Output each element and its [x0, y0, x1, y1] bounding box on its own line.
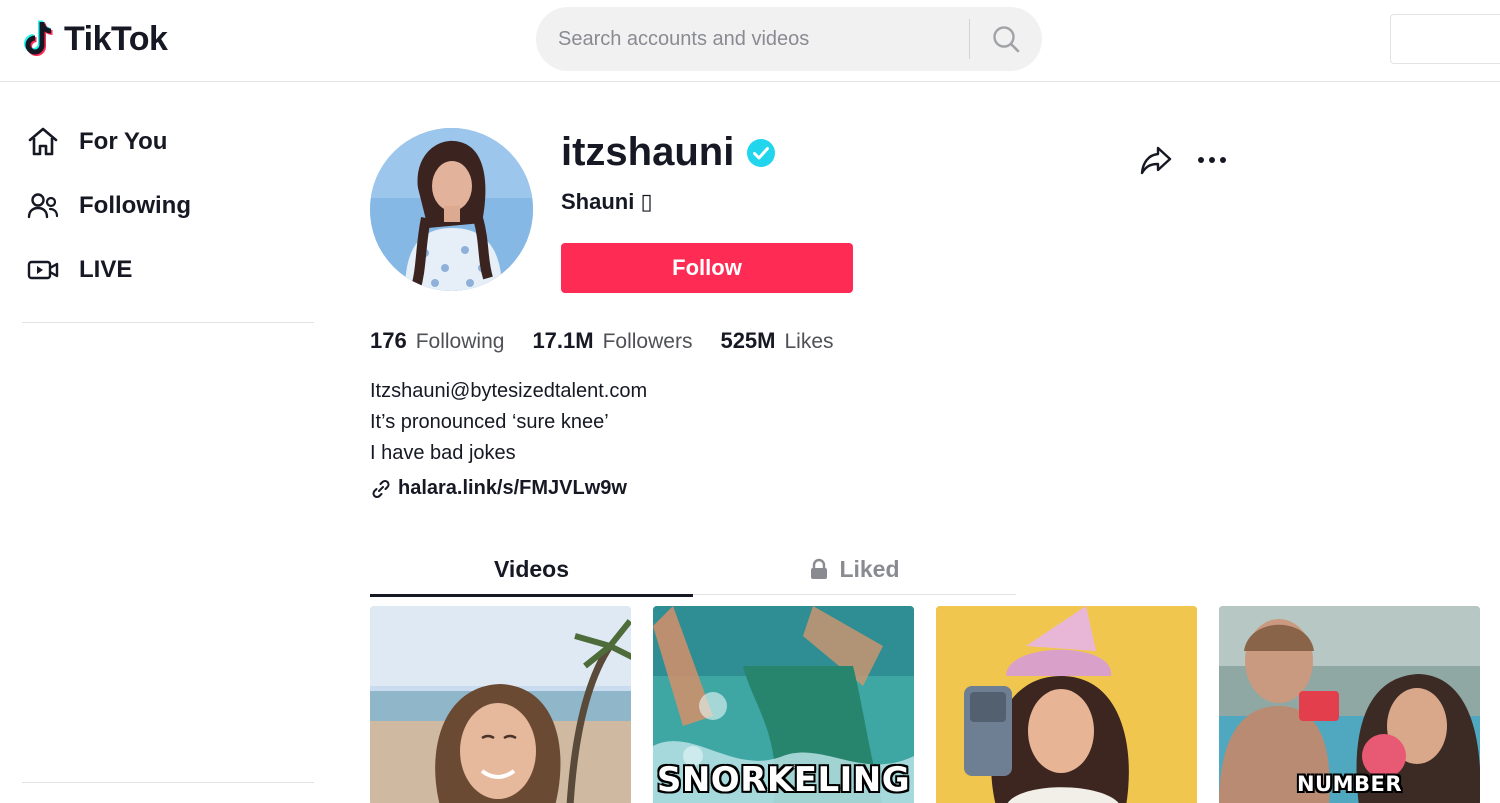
profile-bio: Itzshauni@bytesizedtalent.com It’s prono…	[370, 376, 647, 469]
stat-value: 17.1M	[532, 328, 594, 353]
header-action-box[interactable]	[1390, 14, 1500, 64]
video-caption: SNORKELING	[656, 760, 911, 800]
video-thumbnail	[936, 606, 1197, 803]
stat-following[interactable]: 176 Following	[370, 328, 504, 354]
stat-label: Following	[415, 330, 505, 353]
tiktok-note-icon	[24, 20, 53, 56]
stat-label: Likes	[784, 330, 834, 353]
follow-button[interactable]: Follow	[561, 243, 853, 293]
bio-line: It’s pronounced ‘sure knee’	[370, 411, 609, 433]
username-row: itzshauni	[561, 130, 776, 175]
video-grid: SNORKELING NUMBER	[370, 606, 1480, 803]
bio-line: Itzshauni@bytesizedtalent.com	[370, 380, 648, 402]
search-bar	[536, 7, 1042, 71]
logo-text: TikTok	[64, 19, 168, 58]
profile-link[interactable]: halara.link/s/FMJVLw9w	[370, 477, 627, 500]
lock-icon	[811, 558, 828, 579]
profile-display-name: Shauni ▯	[561, 189, 653, 214]
share-button[interactable]	[1138, 142, 1174, 178]
tab-label: Videos	[494, 555, 569, 582]
search-icon	[993, 26, 1020, 53]
share-arrow-icon	[1140, 146, 1172, 175]
tab-liked[interactable]: Liked	[693, 543, 1016, 595]
video-card[interactable]	[370, 606, 631, 803]
sidebar-item-label: For You	[79, 128, 168, 155]
live-camera-icon	[26, 252, 62, 288]
home-icon	[26, 124, 62, 160]
sidebar-divider	[22, 322, 314, 323]
tab-label: Liked	[839, 555, 900, 582]
video-card[interactable]: NUMBER	[1219, 606, 1480, 803]
video-thumbnail	[370, 606, 631, 803]
top-header: TikTok	[0, 0, 1500, 82]
search-input[interactable]	[536, 7, 969, 71]
more-options-button[interactable]	[1194, 142, 1230, 178]
tiktok-logo[interactable]: TikTok	[22, 16, 168, 62]
link-icon	[372, 479, 390, 498]
sidebar-item-following[interactable]: Following	[22, 174, 314, 238]
tab-videos[interactable]: Videos	[370, 543, 693, 597]
stat-followers[interactable]: 17.1M Followers	[532, 328, 692, 354]
sidebar-item-for-you[interactable]: For You	[22, 110, 314, 174]
profile-avatar	[370, 128, 533, 291]
sidebar-bottom-divider	[22, 782, 314, 783]
video-card[interactable]	[936, 606, 1197, 803]
sidebar-item-label: Following	[79, 192, 191, 219]
video-card[interactable]: SNORKELING	[653, 606, 914, 803]
stat-value: 176	[370, 328, 407, 353]
bio-line: I have bad jokes	[370, 442, 516, 464]
people-icon	[26, 188, 62, 224]
stat-label: Followers	[602, 330, 693, 353]
search-button[interactable]	[970, 7, 1042, 71]
stat-value: 525M	[720, 328, 776, 353]
profile-username: itzshauni	[561, 130, 735, 174]
video-caption: NUMBER	[1296, 772, 1403, 796]
verified-badge-icon	[747, 138, 776, 167]
sidebar-item-label: LIVE	[79, 256, 133, 283]
sidebar-nav: For You Following LIVE	[22, 110, 314, 323]
profile-link-text: halara.link/s/FMJVLw9w	[398, 477, 627, 499]
profile-tabs: Videos Liked	[370, 543, 1016, 597]
stat-likes: 525M Likes	[720, 328, 833, 354]
sidebar-item-live[interactable]: LIVE	[22, 238, 314, 302]
profile-stats: 176 Following 17.1M Followers 525M Likes	[370, 328, 834, 354]
more-dots-icon	[1198, 157, 1226, 163]
